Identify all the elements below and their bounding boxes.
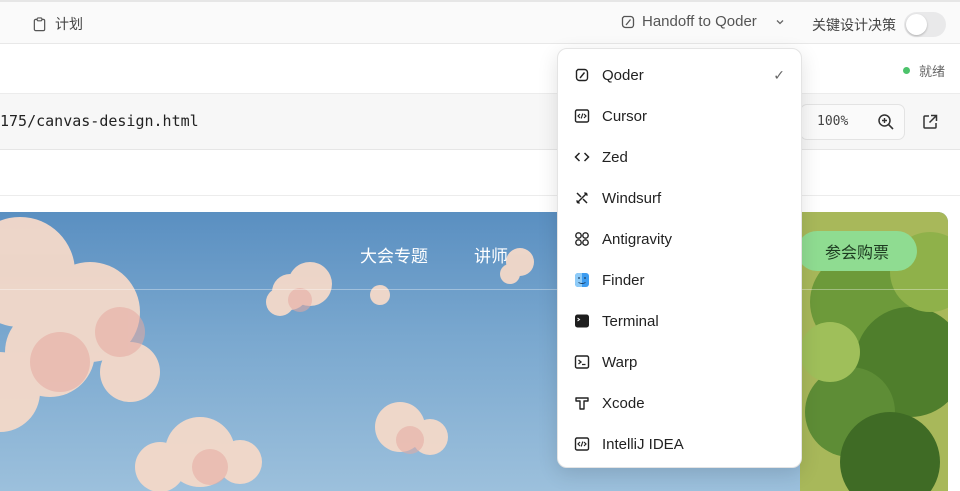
menu-item-label: Cursor [602, 107, 648, 125]
menu-item-cursor[interactable]: Cursor [558, 96, 803, 136]
zoom-control: 100% [800, 104, 905, 140]
buy-ticket-button[interactable]: 参会购票 [797, 231, 917, 271]
zed-icon [574, 149, 590, 165]
finder-icon [574, 272, 590, 288]
menu-item-intellij[interactable]: IntelliJ IDEA [558, 424, 803, 464]
open-external-icon[interactable] [921, 113, 939, 131]
menu-item-label: Warp [602, 353, 638, 371]
menu-item-label: Antigravity [602, 230, 673, 248]
chevron-down-icon [775, 17, 785, 27]
menu-item-label: Xcode [602, 394, 645, 412]
menu-item-xcode[interactable]: Xcode [558, 383, 803, 423]
handoff-label: Handoff to Qoder [642, 13, 757, 30]
zoom-level[interactable]: 100% [817, 114, 848, 129]
menu-item-terminal[interactable]: Terminal [558, 301, 803, 341]
page-preview: 大会专题 讲师 参会购票 [0, 212, 948, 491]
zoom-in-icon[interactable] [877, 113, 895, 131]
menu-item-label: Qoder [602, 66, 644, 84]
clipboard-icon [32, 16, 47, 32]
warp-icon [574, 354, 590, 370]
xcode-icon [574, 395, 590, 411]
nav-link-topics[interactable]: 大会专题 [360, 242, 428, 267]
plan-button[interactable]: 计划 [32, 14, 83, 34]
menu-item-antigravity[interactable]: Antigravity [558, 219, 803, 259]
top-toolbar: 计划 Handoff to Qoder 关键设计决策 [0, 0, 960, 44]
handoff-dropdown[interactable]: Handoff to Qoder [620, 13, 785, 30]
handoff-menu: Qoder ✓ Cursor Zed Windsurf Antigravity … [557, 48, 802, 468]
nav-link-speakers[interactable]: 讲师 [474, 242, 508, 267]
checkmark-icon: ✓ [773, 66, 785, 83]
qoder-icon [620, 14, 636, 30]
toggle-knob [906, 14, 927, 35]
canvas-toolbar [0, 150, 960, 196]
intellij-icon [574, 436, 590, 452]
terminal-icon [574, 313, 590, 329]
menu-item-finder[interactable]: Finder [558, 260, 803, 300]
status-dot [903, 67, 910, 74]
qoder-icon [574, 67, 590, 83]
menu-item-label: Finder [602, 271, 645, 289]
menu-item-label: Terminal [602, 312, 659, 330]
cursor-icon [574, 108, 590, 124]
url-field[interactable]: 175/canvas-design.html [0, 112, 199, 130]
menu-item-qoder[interactable]: Qoder ✓ [558, 55, 803, 95]
menu-item-warp[interactable]: Warp [558, 342, 803, 382]
plan-label: 计划 [55, 17, 83, 33]
decision-toggle[interactable] [904, 12, 946, 37]
status-bar: 就绪 [0, 44, 960, 94]
menu-item-windsurf[interactable]: Windsurf [558, 178, 803, 218]
menu-item-label: Windsurf [602, 189, 662, 207]
status-label: 就绪 [919, 65, 946, 80]
antigravity-icon [574, 231, 590, 247]
menu-item-zed[interactable]: Zed [558, 137, 803, 177]
decision-label: 关键设计决策 [812, 18, 896, 34]
status-indicator: 就绪 [903, 61, 945, 80]
nav-divider [0, 289, 948, 290]
menu-item-label: IntelliJ IDEA [602, 435, 684, 453]
address-bar: 175/canvas-design.html 100% [0, 94, 960, 150]
menu-item-label: Zed [602, 148, 628, 166]
windsurf-icon [574, 190, 590, 206]
